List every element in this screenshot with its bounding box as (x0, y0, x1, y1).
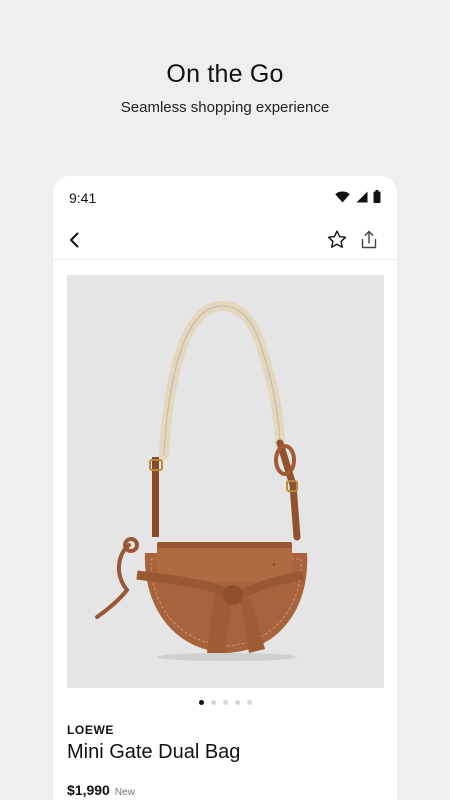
phone-screen: 9:41 ✦ LOEWE Mini Gate Dual Bag $1,990 N… (53, 176, 397, 800)
battery-icon (373, 190, 381, 208)
pagination-dot[interactable] (198, 700, 204, 705)
image-pagination (53, 700, 397, 705)
signal-icon (355, 190, 368, 208)
svg-text:✦: ✦ (271, 561, 277, 569)
promo-subtitle: Seamless shopping experience (120, 99, 330, 116)
status-icons (335, 190, 381, 208)
share-icon[interactable] (357, 228, 381, 252)
status-bar: 9:41 (53, 176, 397, 220)
pagination-dot[interactable] (210, 700, 216, 705)
product-image[interactable]: ✦ (67, 275, 384, 688)
pagination-dot[interactable] (222, 700, 228, 705)
status-time: 9:41 (69, 190, 97, 206)
product-name: Mini Gate Dual Bag (67, 741, 241, 763)
back-chevron-icon[interactable] (63, 228, 87, 252)
product-price: $1,990 (67, 782, 110, 798)
bag-illustration: ✦ (95, 300, 308, 661)
pagination-dot[interactable] (246, 700, 252, 705)
product-nav-bar (53, 220, 397, 260)
promo-title: On the Go (166, 60, 284, 88)
pagination-dot[interactable] (234, 700, 240, 705)
star-outline-icon[interactable] (325, 228, 349, 252)
price-row: $1,990 New (67, 782, 135, 798)
product-brand[interactable]: LOEWE (67, 723, 114, 737)
wifi-icon (335, 190, 350, 208)
product-condition: New (114, 787, 135, 798)
